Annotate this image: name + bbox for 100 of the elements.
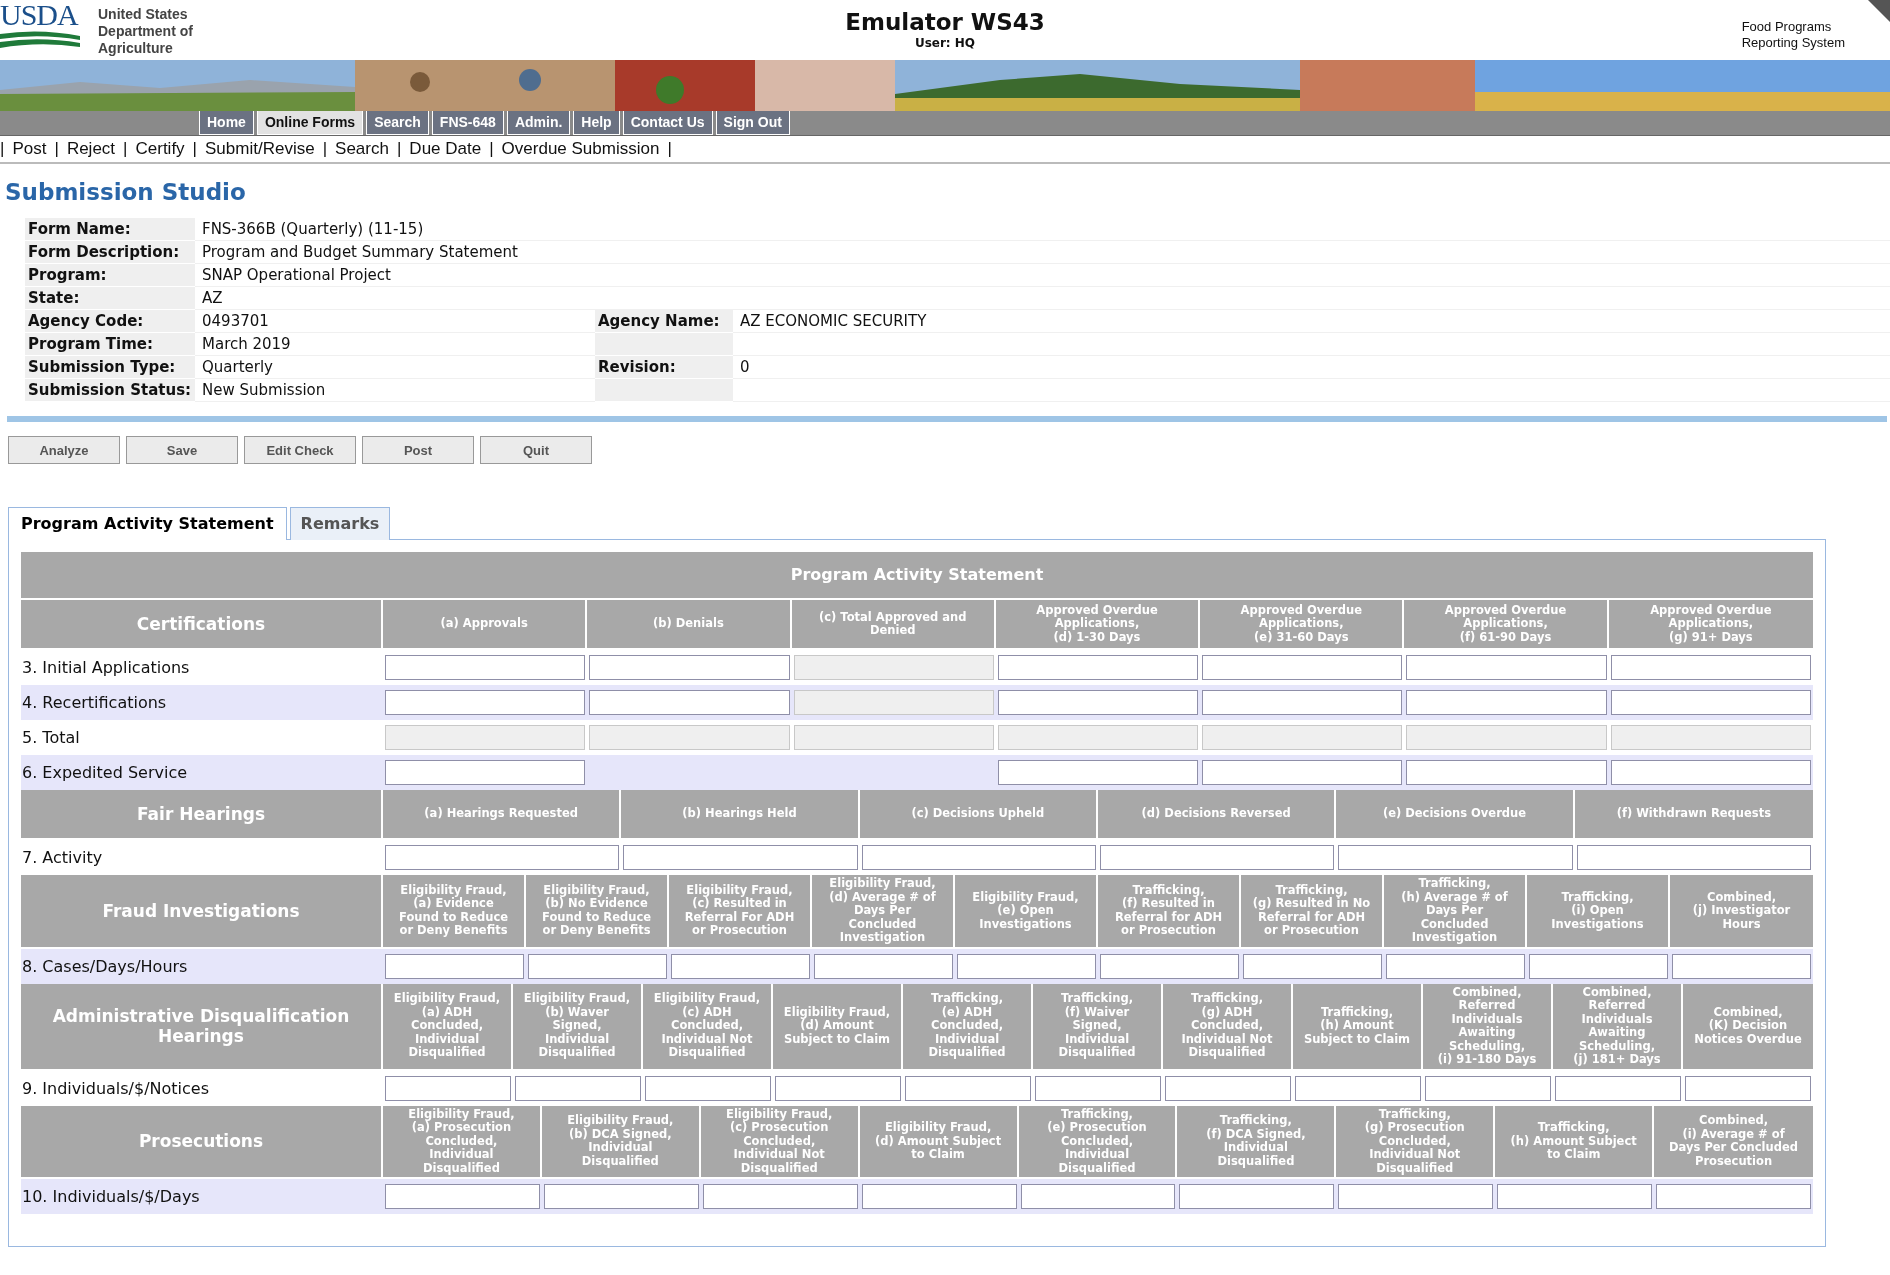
submenu-link[interactable]: Reject	[66, 139, 116, 159]
input-field[interactable]	[997, 655, 1199, 680]
field-value: FNS-366B (Quarterly) (11-15)	[195, 218, 733, 241]
column-header: Approved Overdue Applications, (d) 1-30 Days	[995, 600, 1201, 648]
input-field[interactable]	[1610, 690, 1811, 715]
tab[interactable]: Program Activity Statement	[8, 507, 287, 540]
separator: |	[489, 139, 494, 159]
action-button[interactable]: Edit Check	[244, 436, 356, 464]
input-field[interactable]	[1555, 1075, 1681, 1101]
column-header: Trafficking, (f) Resulted in Referral for ADH or Prosecution	[1098, 875, 1241, 947]
readonly-field[interactable]	[385, 725, 586, 750]
field-value: Quarterly	[195, 356, 595, 379]
input-field[interactable]	[997, 690, 1199, 715]
input-field[interactable]	[1202, 760, 1403, 785]
input-field[interactable]	[543, 1184, 699, 1209]
input-field[interactable]	[861, 845, 1096, 870]
input-field[interactable]	[1610, 655, 1811, 680]
column-header: Trafficking, (g) Prosecution Concluded, Individual Not Disqualified	[1336, 1105, 1496, 1177]
input-field[interactable]	[385, 845, 620, 870]
column-header: (a) Approvals	[383, 600, 588, 648]
column-header: Eligibility Fraud, (b) No Evidence Found to Reduce or Deny Benefits	[526, 875, 669, 947]
input-field[interactable]	[1020, 1184, 1176, 1209]
input-field[interactable]	[1497, 1184, 1653, 1209]
input-field[interactable]	[1165, 1075, 1291, 1101]
input-field[interactable]	[1202, 655, 1403, 680]
input-field[interactable]	[1035, 1075, 1161, 1101]
input-field[interactable]	[1179, 1184, 1335, 1209]
input-field[interactable]	[589, 690, 790, 715]
input-field[interactable]	[623, 845, 858, 870]
input-field[interactable]	[645, 1075, 771, 1101]
input-field[interactable]	[385, 1075, 511, 1101]
input-field[interactable]	[1610, 760, 1811, 785]
nav-link[interactable]: Contact Us	[622, 111, 713, 135]
input-field[interactable]	[861, 1184, 1017, 1209]
field-label: Form Name:	[25, 218, 195, 241]
nav-link[interactable]: Sign Out	[715, 111, 790, 135]
input-field[interactable]	[1243, 953, 1382, 979]
nav-link[interactable]: FNS-648	[431, 111, 504, 135]
readonly-field[interactable]	[793, 690, 994, 715]
input-field[interactable]	[1100, 953, 1239, 979]
action-button[interactable]: Save	[126, 436, 238, 464]
input-field[interactable]	[1386, 953, 1525, 979]
readonly-field[interactable]	[793, 655, 994, 680]
nav-link[interactable]: Help	[573, 111, 620, 135]
nav-link[interactable]: Online Forms	[256, 111, 364, 135]
input-field[interactable]	[385, 760, 586, 785]
field-value: 0493701	[195, 310, 595, 333]
action-button[interactable]: Quit	[480, 436, 592, 464]
input-field[interactable]	[1529, 953, 1668, 979]
input-field[interactable]	[589, 655, 790, 680]
input-field[interactable]	[814, 953, 953, 979]
submenu-link[interactable]: Due Date	[409, 139, 482, 159]
nav-link[interactable]: Home	[199, 111, 254, 135]
row-label: 10. Individuals/$/Days	[21, 1186, 201, 1208]
page-title: Submission Studio	[5, 178, 247, 206]
nav-link[interactable]: Search	[366, 111, 429, 135]
input-field[interactable]	[1672, 953, 1811, 979]
input-field[interactable]	[1685, 1075, 1811, 1101]
submenu-link[interactable]: Search	[335, 139, 389, 159]
input-field[interactable]	[997, 760, 1199, 785]
input-field[interactable]	[702, 1184, 858, 1209]
input-field[interactable]	[385, 655, 586, 680]
column-header: Combined, Referred Individuals Awaiting Scheduling, (i) 91-180 Days	[1423, 983, 1553, 1069]
tab[interactable]: Remarks	[289, 507, 391, 540]
input-field[interactable]	[385, 953, 524, 979]
input-field[interactable]	[671, 953, 810, 979]
input-field[interactable]	[905, 1075, 1031, 1101]
input-field[interactable]	[1338, 845, 1573, 870]
input-field[interactable]	[515, 1075, 641, 1101]
input-field[interactable]	[1406, 760, 1607, 785]
input-field[interactable]	[1406, 690, 1607, 715]
input-field[interactable]	[528, 953, 667, 979]
column-header: Trafficking, (f) Waiver Signed, Individual Disqualified	[1033, 983, 1163, 1069]
input-field[interactable]	[1202, 690, 1403, 715]
input-field[interactable]	[1425, 1075, 1551, 1101]
column-header: Approved Overdue Applications, (g) 91+ Days	[1649, 601, 1773, 646]
readonly-field[interactable]	[793, 725, 994, 750]
nav-link[interactable]: Admin.	[506, 111, 571, 135]
input-field[interactable]	[957, 953, 1096, 979]
input-field[interactable]	[385, 1184, 540, 1209]
readonly-field[interactable]	[1406, 725, 1607, 750]
input-field[interactable]	[1576, 845, 1811, 870]
input-field[interactable]	[1406, 655, 1607, 680]
input-field[interactable]	[1656, 1184, 1811, 1209]
readonly-field[interactable]	[1202, 725, 1403, 750]
submenu-link[interactable]: Certify	[135, 139, 185, 159]
readonly-field[interactable]	[1610, 725, 1811, 750]
submenu-link[interactable]: Overdue Submission	[501, 139, 660, 159]
input-field[interactable]	[385, 690, 586, 715]
readonly-field[interactable]	[589, 725, 790, 750]
submenu-link[interactable]: Post	[12, 139, 47, 159]
input-field[interactable]	[1338, 1184, 1494, 1209]
input-field[interactable]	[775, 1075, 901, 1101]
submenu-link[interactable]: Submit/Revise	[205, 139, 315, 159]
input-field[interactable]	[1100, 845, 1335, 870]
action-button[interactable]: Post	[362, 436, 474, 464]
input-field[interactable]	[1295, 1075, 1421, 1101]
field-value: SNAP Operational Project	[195, 264, 733, 287]
action-button[interactable]: Analyze	[8, 436, 120, 464]
readonly-field[interactable]	[997, 725, 1199, 750]
